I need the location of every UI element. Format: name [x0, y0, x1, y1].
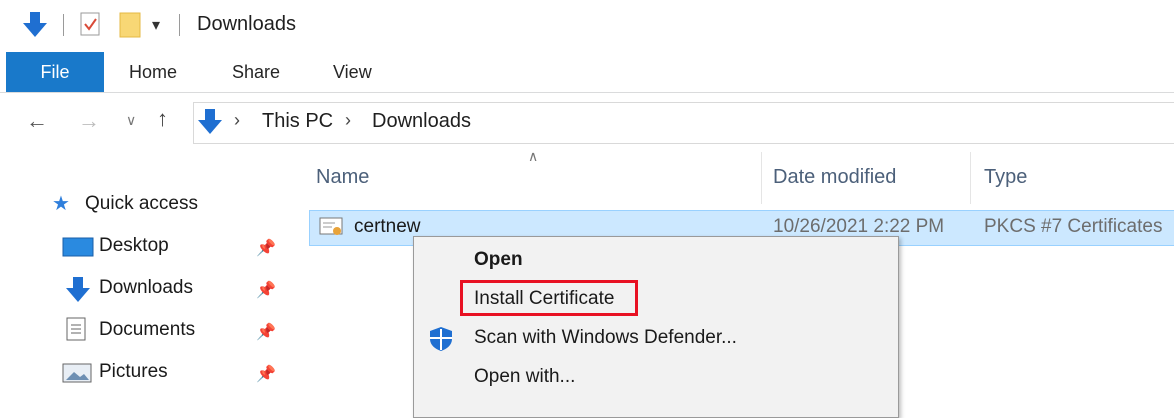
- recent-locations-icon[interactable]: ∨: [126, 112, 136, 129]
- nav-item-downloads[interactable]: Downloads: [99, 277, 193, 299]
- file-type: PKCS #7 Certificates: [984, 216, 1163, 237]
- download-arrow-icon[interactable]: [20, 10, 50, 40]
- forward-arrow-icon[interactable]: →: [78, 108, 100, 134]
- tab-share[interactable]: Share: [232, 52, 280, 92]
- separator: [179, 14, 180, 36]
- certificate-icon: [319, 217, 343, 235]
- title-bar: [0, 0, 1174, 50]
- pin-icon[interactable]: 📌: [256, 280, 276, 300]
- nav-item-desktop[interactable]: Desktop: [99, 235, 169, 257]
- breadcrumb-chevron-icon[interactable]: ›: [234, 110, 240, 131]
- ribbon-divider: [0, 92, 1174, 93]
- documents-icon: [66, 317, 86, 341]
- tab-file[interactable]: File: [6, 52, 104, 92]
- context-menu: Open Install Certificate Scan with Windo…: [413, 236, 899, 418]
- window-title: Downloads: [197, 13, 296, 35]
- tab-home[interactable]: Home: [129, 52, 177, 92]
- pin-icon[interactable]: 📌: [256, 322, 276, 342]
- breadcrumb-downloads[interactable]: Downloads: [372, 110, 471, 133]
- separator: [63, 14, 64, 36]
- customize-toolbar-icon[interactable]: ▾: [152, 15, 160, 35]
- nav-item-pictures[interactable]: Pictures: [99, 361, 168, 383]
- column-divider[interactable]: [970, 152, 971, 204]
- menu-item-scan-defender[interactable]: Scan with Windows Defender...: [474, 327, 737, 349]
- menu-item-open[interactable]: Open: [474, 249, 523, 271]
- nav-item-documents[interactable]: Documents: [99, 319, 195, 341]
- up-arrow-icon[interactable]: ↑: [157, 106, 168, 132]
- file-name[interactable]: certnew: [354, 216, 421, 238]
- highlight-box: [460, 280, 638, 316]
- new-folder-icon[interactable]: [118, 11, 144, 39]
- file-date-modified: 10/26/2021 2:22 PM: [773, 216, 945, 237]
- desktop-icon: [62, 237, 94, 257]
- star-icon: ★: [52, 193, 70, 215]
- sort-ascending-icon: ∧: [528, 148, 539, 164]
- back-arrow-icon[interactable]: ←: [26, 108, 48, 134]
- address-bar[interactable]: [193, 102, 1174, 144]
- pin-icon[interactable]: 📌: [256, 238, 276, 258]
- menu-item-open-with[interactable]: Open with...: [474, 366, 575, 388]
- tab-view[interactable]: View: [333, 52, 372, 92]
- column-header-type[interactable]: Type: [984, 166, 1027, 189]
- windows-defender-shield-icon: [430, 327, 452, 351]
- column-divider[interactable]: [761, 152, 762, 204]
- breadcrumb-this-pc[interactable]: This PC: [262, 110, 333, 133]
- download-arrow-icon: [66, 277, 90, 302]
- breadcrumb-chevron-icon[interactable]: ›: [345, 110, 351, 131]
- download-arrow-icon: [198, 109, 222, 134]
- column-header-name[interactable]: Name: [316, 166, 369, 189]
- nav-quick-access[interactable]: Quick access: [85, 193, 198, 215]
- pictures-icon: [62, 363, 92, 383]
- column-header-date-modified[interactable]: Date modified: [773, 166, 896, 189]
- pin-icon[interactable]: 📌: [256, 364, 276, 384]
- properties-icon[interactable]: [79, 11, 103, 39]
